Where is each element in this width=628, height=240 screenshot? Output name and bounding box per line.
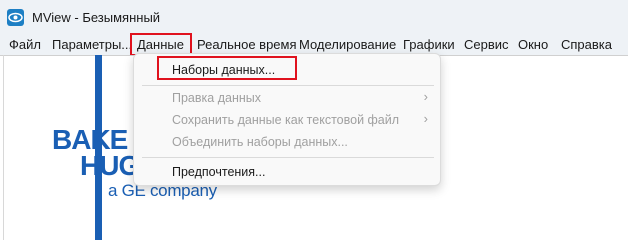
menu-separator — [142, 85, 434, 86]
menu-realtime[interactable]: Реальное время — [197, 37, 297, 53]
datasets-highlight — [157, 56, 297, 80]
menu-item-merge-datasets[interactable]: Объединить наборы данных... — [172, 135, 348, 149]
menu-file[interactable]: Файл — [9, 37, 41, 53]
menu-bar: Файл Параметры... Данные Реальное время … — [0, 34, 628, 55]
menu-graphs[interactable]: Графики — [403, 37, 455, 53]
logo-word-hughes: HUG — [80, 150, 140, 181]
eye-icon — [7, 9, 24, 26]
menu-window[interactable]: Окно — [518, 37, 548, 53]
chevron-right-icon: › — [423, 89, 428, 104]
title-bar: MView - Безымянный — [0, 0, 628, 34]
menu-modeling[interactable]: Моделирование — [299, 37, 396, 53]
menu-item-edit-data[interactable]: Правка данных — [172, 91, 261, 105]
window-title: MView - Безымянный — [32, 10, 161, 25]
menu-parameters[interactable]: Параметры... — [52, 37, 132, 53]
chevron-right-icon: › — [423, 111, 428, 126]
menu-help[interactable]: Справка — [561, 37, 612, 53]
canvas-border — [3, 55, 4, 240]
menu-item-save-as-text[interactable]: Сохранить данные как текстовой файл — [172, 113, 399, 127]
menu-separator — [142, 157, 434, 158]
menu-service[interactable]: Сервис — [464, 37, 509, 53]
menu-item-preferences[interactable]: Предпочтения... — [172, 165, 265, 179]
